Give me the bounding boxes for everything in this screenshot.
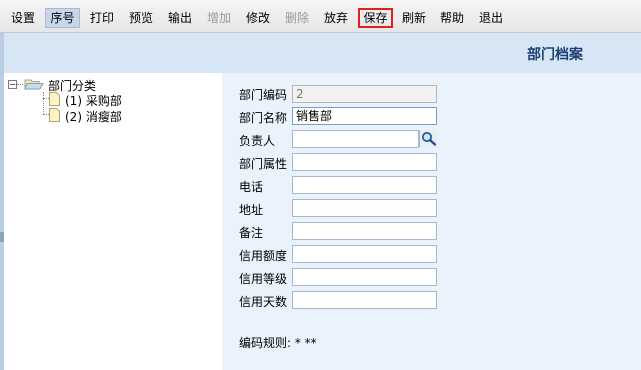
edit-button[interactable]: 修改 <box>242 8 274 28</box>
discard-button[interactable]: 放弃 <box>320 8 352 28</box>
document-icon <box>49 108 60 122</box>
preview-button[interactable]: 预览 <box>125 8 157 28</box>
tree-connector <box>43 92 44 114</box>
dept-code-label: 部门编码 <box>239 88 288 102</box>
credit-days-field[interactable] <box>292 291 437 309</box>
manager-lookup-button[interactable] <box>419 130 437 147</box>
tree-item[interactable]: (2) 消瘦部 <box>49 107 159 124</box>
tree-item[interactable]: (1) 采购部 <box>49 91 159 108</box>
phone-field[interactable] <box>292 176 437 194</box>
dept-name-label: 部门名称 <box>239 111 288 125</box>
credit-level-label: 信用等级 <box>239 272 288 286</box>
add-button[interactable]: 增加 <box>203 8 235 28</box>
coding-rule-text: 编码规则: * ** <box>239 336 317 350</box>
remark-field[interactable] <box>292 222 437 240</box>
document-icon <box>49 92 60 106</box>
delete-button[interactable]: 删除 <box>281 8 313 28</box>
sequence-button[interactable]: 序号 <box>45 8 80 28</box>
folder-open-icon <box>24 79 44 90</box>
dept-attribute-field[interactable] <box>292 153 437 171</box>
help-button[interactable]: 帮助 <box>436 8 468 28</box>
header-band: 部门档案 <box>0 33 641 73</box>
export-button[interactable]: 输出 <box>164 8 196 28</box>
dept-code-field: 2 <box>292 85 437 103</box>
refresh-button[interactable]: 刷新 <box>398 8 430 28</box>
exit-button[interactable]: 退出 <box>475 8 507 28</box>
tree-item-label: (2) 消瘦部 <box>65 110 122 124</box>
tree-connector <box>17 84 23 85</box>
remark-label: 备注 <box>239 226 264 240</box>
credit-days-label: 信用天数 <box>239 295 288 309</box>
address-label: 地址 <box>239 203 264 217</box>
settings-button[interactable]: 设置 <box>7 8 39 28</box>
credit-limit-label: 信用额度 <box>239 249 288 263</box>
print-button[interactable]: 打印 <box>86 8 118 28</box>
collapse-toggle-icon[interactable]: − <box>8 80 17 89</box>
department-tree: − 部门分类 (1) 采购部 (2) 消瘦部 <box>4 73 222 370</box>
dept-name-field[interactable]: 销售部 <box>292 107 437 125</box>
address-field[interactable] <box>292 199 437 217</box>
phone-label: 电话 <box>239 180 264 194</box>
save-button[interactable]: 保存 <box>358 8 393 28</box>
credit-level-field[interactable] <box>292 268 437 286</box>
manager-field[interactable] <box>292 130 419 148</box>
page-title: 部门档案 <box>527 47 583 63</box>
search-icon <box>422 132 437 146</box>
tree-root[interactable]: − 部门分类 <box>8 76 128 93</box>
dept-attribute-label: 部门属性 <box>239 157 288 171</box>
toolbar: 设置 序号 打印 预览 输出 增加 修改 删除 放弃 保存 刷新 帮助 退出 <box>0 0 641 33</box>
credit-limit-field[interactable] <box>292 245 437 263</box>
manager-label: 负责人 <box>239 134 276 148</box>
